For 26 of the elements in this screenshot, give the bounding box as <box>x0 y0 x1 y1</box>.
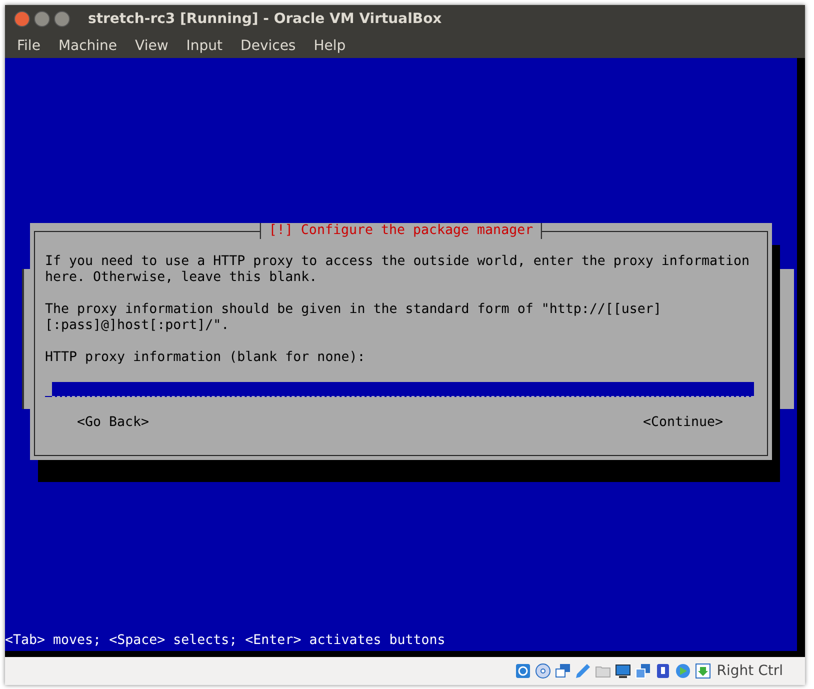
network-icon[interactable] <box>554 663 571 679</box>
monitor-icon[interactable] <box>614 663 631 679</box>
dialog-title: [!] Configure the package manager <box>260 223 542 239</box>
window-title: stretch-rc3 [Running] - Oracle VM VirtualBox <box>88 11 442 27</box>
minimize-button[interactable] <box>34 11 50 27</box>
menu-item[interactable]: Machine <box>58 38 118 54</box>
dialog-button[interactable]: <Continue> <box>642 415 723 431</box>
input-field[interactable] <box>52 382 754 397</box>
chip-icon[interactable] <box>654 663 671 679</box>
dialog-button[interactable]: <Go Back> <box>77 415 150 431</box>
menu-item[interactable]: Help <box>314 38 346 54</box>
host-key-label: Right Ctrl <box>716 663 783 679</box>
menu-item[interactable]: Devices <box>240 38 296 54</box>
cd-icon[interactable] <box>534 663 551 679</box>
dialog-text: If you need to use a HTTP proxy to access the outside world, enter the proxy information here. Otherwise, leave this blank. <box>45 254 750 286</box>
help-line: <Tab> moves; <Space> selects; <Enter> activates buttons <box>5 633 446 650</box>
pen-icon[interactable] <box>574 663 591 679</box>
menu-item[interactable]: View <box>135 38 168 54</box>
download-icon[interactable] <box>694 663 711 679</box>
close-button[interactable] <box>14 11 30 27</box>
menu-item[interactable]: Input <box>186 38 223 54</box>
menu-item[interactable]: File <box>17 38 40 54</box>
field-label: HTTP proxy information (blank for none): <box>45 350 366 366</box>
windows-icon[interactable] <box>634 663 651 679</box>
maximize-button[interactable] <box>54 11 70 27</box>
dialog-text: The proxy information should be given in the standard form of "http://[[user][:pass]@]host[:port]/". <box>45 302 662 334</box>
